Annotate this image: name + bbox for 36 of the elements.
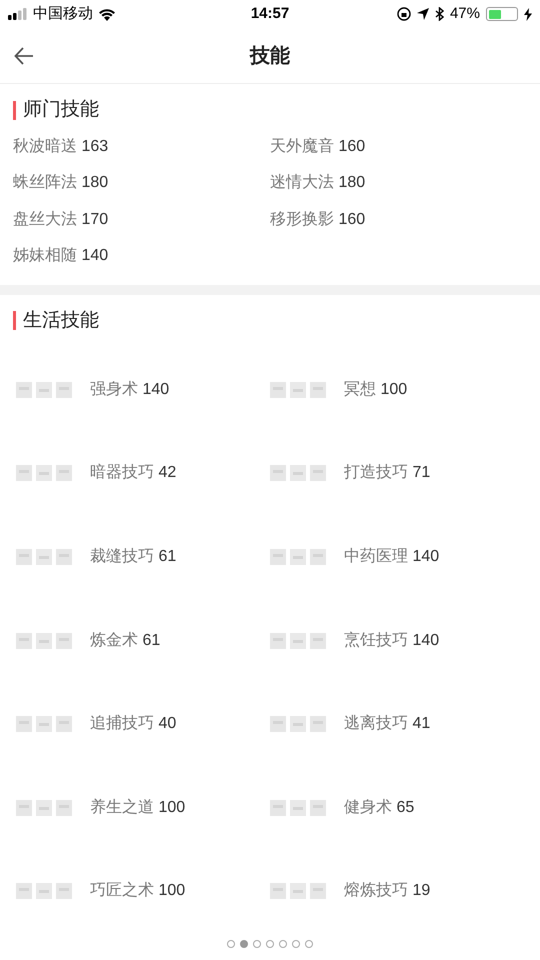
battery-icon	[486, 7, 518, 21]
skill-label: 烹饪技巧 140	[344, 630, 440, 651]
location-icon	[416, 8, 429, 20]
skill-label: 健身术 65	[344, 798, 414, 818]
skill-label: 移形换影 160	[270, 210, 366, 230]
skill-label: 冥想 100	[344, 380, 408, 400]
rotation-lock-icon	[396, 7, 411, 21]
skill-label: 盘丝大法 170	[13, 210, 108, 230]
section-marker	[13, 100, 16, 120]
signal-icon	[8, 8, 28, 20]
clock: 14:57	[250, 4, 290, 24]
skill-label: 养生之道 100	[90, 798, 186, 818]
skill-label: 迷情大法 180	[270, 172, 366, 194]
skill-label: 裁缝技巧 61	[90, 546, 176, 567]
skill-label: 打造技巧 71	[344, 462, 430, 484]
skill-label: 蛛丝阵法 180	[13, 172, 108, 194]
charging-icon	[524, 8, 532, 20]
skill-label: 强身术 140	[90, 380, 170, 400]
skill-label: 暗器技巧 42	[90, 462, 176, 484]
skill-label: 秋波暗送 163	[13, 136, 108, 157]
skill-label: 天外魔音 160	[270, 136, 366, 157]
bluetooth-icon	[434, 7, 444, 21]
carrier-label: 中国移动	[33, 4, 93, 24]
skill-label: 熔炼技巧 19	[344, 880, 430, 902]
wifi-icon	[98, 8, 116, 20]
section-title: 师门技能	[23, 98, 99, 122]
skill-label: 炼金术 61	[90, 630, 160, 651]
section-marker	[13, 311, 16, 330]
skill-label: 追捕技巧 40	[90, 714, 176, 734]
skill-label: 逃离技巧 41	[344, 714, 430, 734]
skill-label: 姊妹相随 140	[13, 246, 108, 266]
skill-label: 中药医理 140	[344, 546, 440, 567]
skill-label: 巧匠之术 100	[90, 880, 186, 902]
page-title: 技能	[250, 44, 290, 68]
section-title: 生活技能	[23, 308, 99, 332]
battery-percent: 47%	[450, 4, 480, 24]
